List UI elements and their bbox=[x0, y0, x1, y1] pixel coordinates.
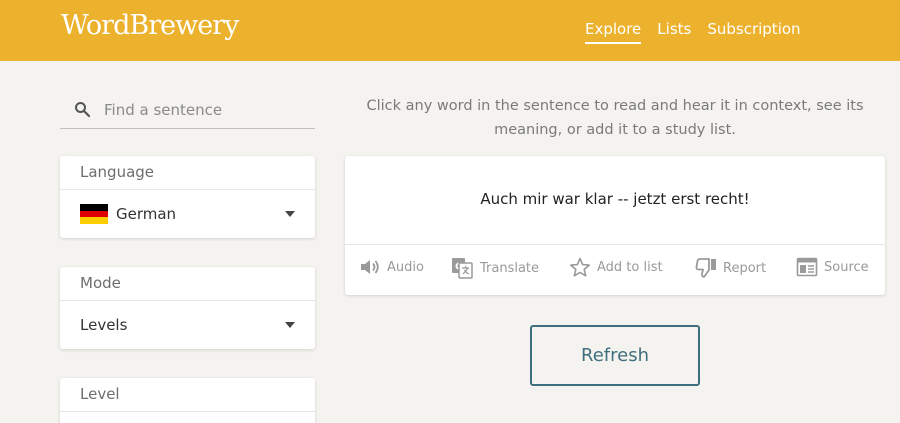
sentence-text[interactable]: Auch mir war klar -- jetzt erst recht! bbox=[345, 190, 885, 208]
flag-stripe-red bbox=[80, 210, 108, 218]
translate-icon: G bbox=[452, 258, 473, 279]
german-flag-icon bbox=[80, 204, 108, 225]
source-label: Source bbox=[824, 259, 869, 275]
report-button[interactable]: Report bbox=[695, 257, 766, 279]
mode-value: Levels bbox=[80, 316, 128, 334]
thumbs-down-icon bbox=[695, 258, 716, 278]
audio-label: Audio bbox=[387, 259, 424, 275]
sentence-card: Auch mir war klar -- jetzt erst recht! A… bbox=[345, 156, 885, 295]
language-select[interactable]: German bbox=[60, 190, 315, 238]
chevron-down-icon bbox=[285, 211, 295, 217]
add-to-list-button[interactable]: Add to list bbox=[569, 257, 663, 278]
search-input[interactable] bbox=[104, 98, 309, 122]
search-icon bbox=[75, 102, 91, 118]
audio-button[interactable]: Audio bbox=[359, 257, 424, 277]
flag-stripe-black bbox=[80, 204, 108, 211]
logo[interactable]: WordBrewery bbox=[61, 10, 239, 41]
level-card: Level bbox=[60, 378, 315, 423]
add-to-list-label: Add to list bbox=[597, 260, 663, 275]
flag-stripe-gold bbox=[80, 217, 108, 225]
translate-button[interactable]: G Translate bbox=[451, 257, 539, 279]
mode-card: Mode Levels bbox=[60, 267, 315, 349]
main-nav: Explore Lists Subscription bbox=[585, 20, 801, 44]
star-icon bbox=[570, 257, 590, 277]
translate-label: Translate bbox=[480, 260, 540, 276]
nav-lists[interactable]: Lists bbox=[657, 20, 691, 44]
source-button[interactable]: Source bbox=[796, 257, 869, 277]
mode-select[interactable]: Levels bbox=[60, 301, 315, 349]
instructions-text: Click any word in the sentence to read a… bbox=[366, 98, 864, 138]
language-value: German bbox=[116, 205, 177, 223]
nav-explore[interactable]: Explore bbox=[585, 20, 642, 44]
source-icon bbox=[796, 257, 818, 277]
sentence-search bbox=[60, 92, 315, 129]
mode-card-title: Mode bbox=[60, 267, 315, 301]
speaker-icon bbox=[361, 260, 379, 274]
top-header: WordBrewery Explore Lists Subscription bbox=[0, 0, 900, 61]
nav-subscription[interactable]: Subscription bbox=[707, 20, 800, 44]
level-card-title: Level bbox=[60, 378, 315, 412]
chevron-down-icon bbox=[285, 322, 295, 328]
language-card: Language German bbox=[60, 156, 315, 238]
language-card-title: Language bbox=[60, 156, 315, 190]
report-label: Report bbox=[723, 260, 767, 276]
refresh-button[interactable]: Refresh bbox=[530, 325, 700, 386]
sentence-actions: Audio G Translate Add to list Report bbox=[345, 244, 885, 295]
